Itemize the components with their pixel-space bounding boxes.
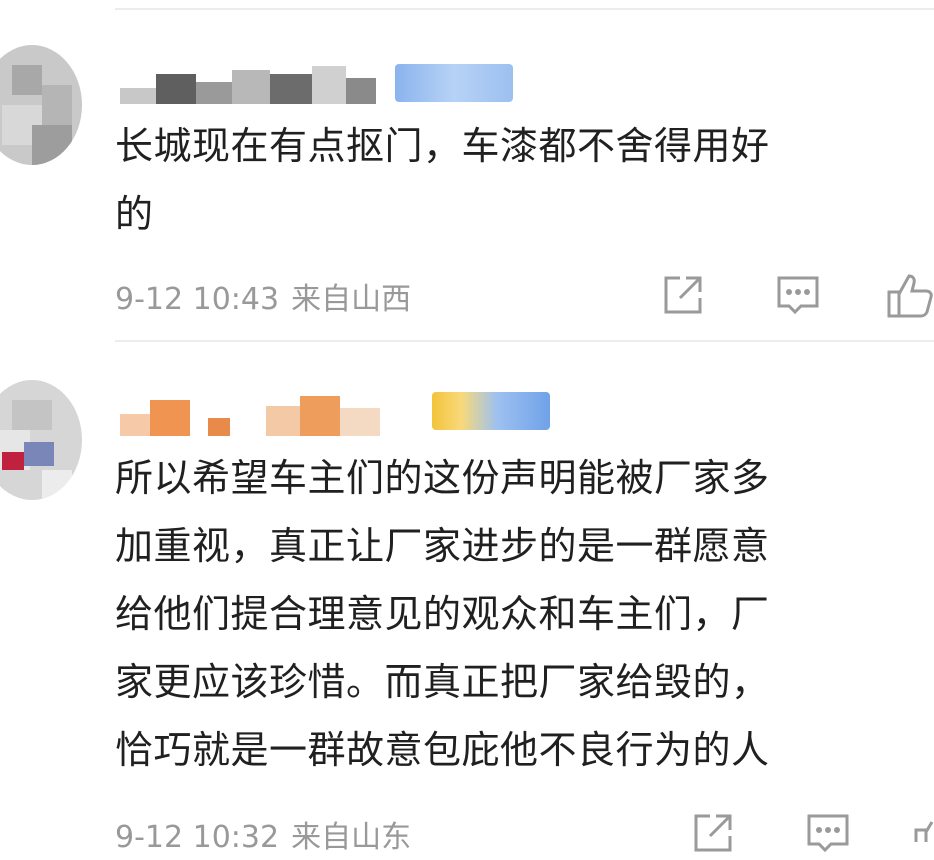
username[interactable] [120, 392, 380, 436]
comment-text-line: 给他们提合理意见的观众和车主们，厂 [115, 592, 770, 636]
comment-text-line: 长城现在有点抠门，车漆都不舍得用好 [115, 124, 770, 168]
comment-region: 来自山东 [291, 820, 412, 855]
comment-text-line: 所以希望车主们的这份声明能被厂家多 [115, 456, 770, 500]
comment-text-line: 加重视，真正让厂家进步的是一群愿意 [115, 524, 770, 568]
comment-meta: 9-12 10:43 来自山西 [115, 274, 411, 318]
comment-region: 来自山西 [291, 282, 412, 317]
avatar[interactable] [0, 45, 82, 165]
comment-text-line: 家更应该珍惜。而真正把厂家给毁的， [115, 660, 770, 704]
comment-text: 所以希望车主们的这份声明能被厂家多 加重视，真正让厂家进步的是一群愿意 给他们提… [115, 444, 934, 784]
comment-time: 9-12 10:43 [115, 282, 280, 317]
comment-icon[interactable] [775, 272, 821, 318]
comment-meta: 9-12 10:32 来自山东 [115, 812, 411, 856]
comment-item: 长城现在有点抠门，车漆都不舍得用好 的 9-12 10:43 来自山西 [0, 0, 934, 340]
comment-icon[interactable] [805, 810, 851, 856]
thumbs-up-icon[interactable] [912, 808, 934, 842]
comment-text-line: 的 [115, 192, 154, 236]
username[interactable] [120, 60, 376, 104]
avatar[interactable] [0, 380, 82, 500]
comment-text: 长城现在有点抠门，车漆都不舍得用好 的 [115, 112, 934, 248]
thumbs-up-icon[interactable] [885, 270, 934, 320]
comment-time: 9-12 10:32 [115, 820, 280, 855]
share-icon[interactable] [690, 810, 736, 856]
user-badge [432, 392, 550, 430]
comment-item: 所以希望车主们的这份声明能被厂家多 加重视，真正让厂家进步的是一群愿意 给他们提… [0, 342, 934, 855]
user-badge [395, 64, 513, 102]
share-icon[interactable] [660, 272, 706, 318]
comment-text-line: 恰巧就是一群故意包庇他不良行为的人 [115, 728, 770, 772]
